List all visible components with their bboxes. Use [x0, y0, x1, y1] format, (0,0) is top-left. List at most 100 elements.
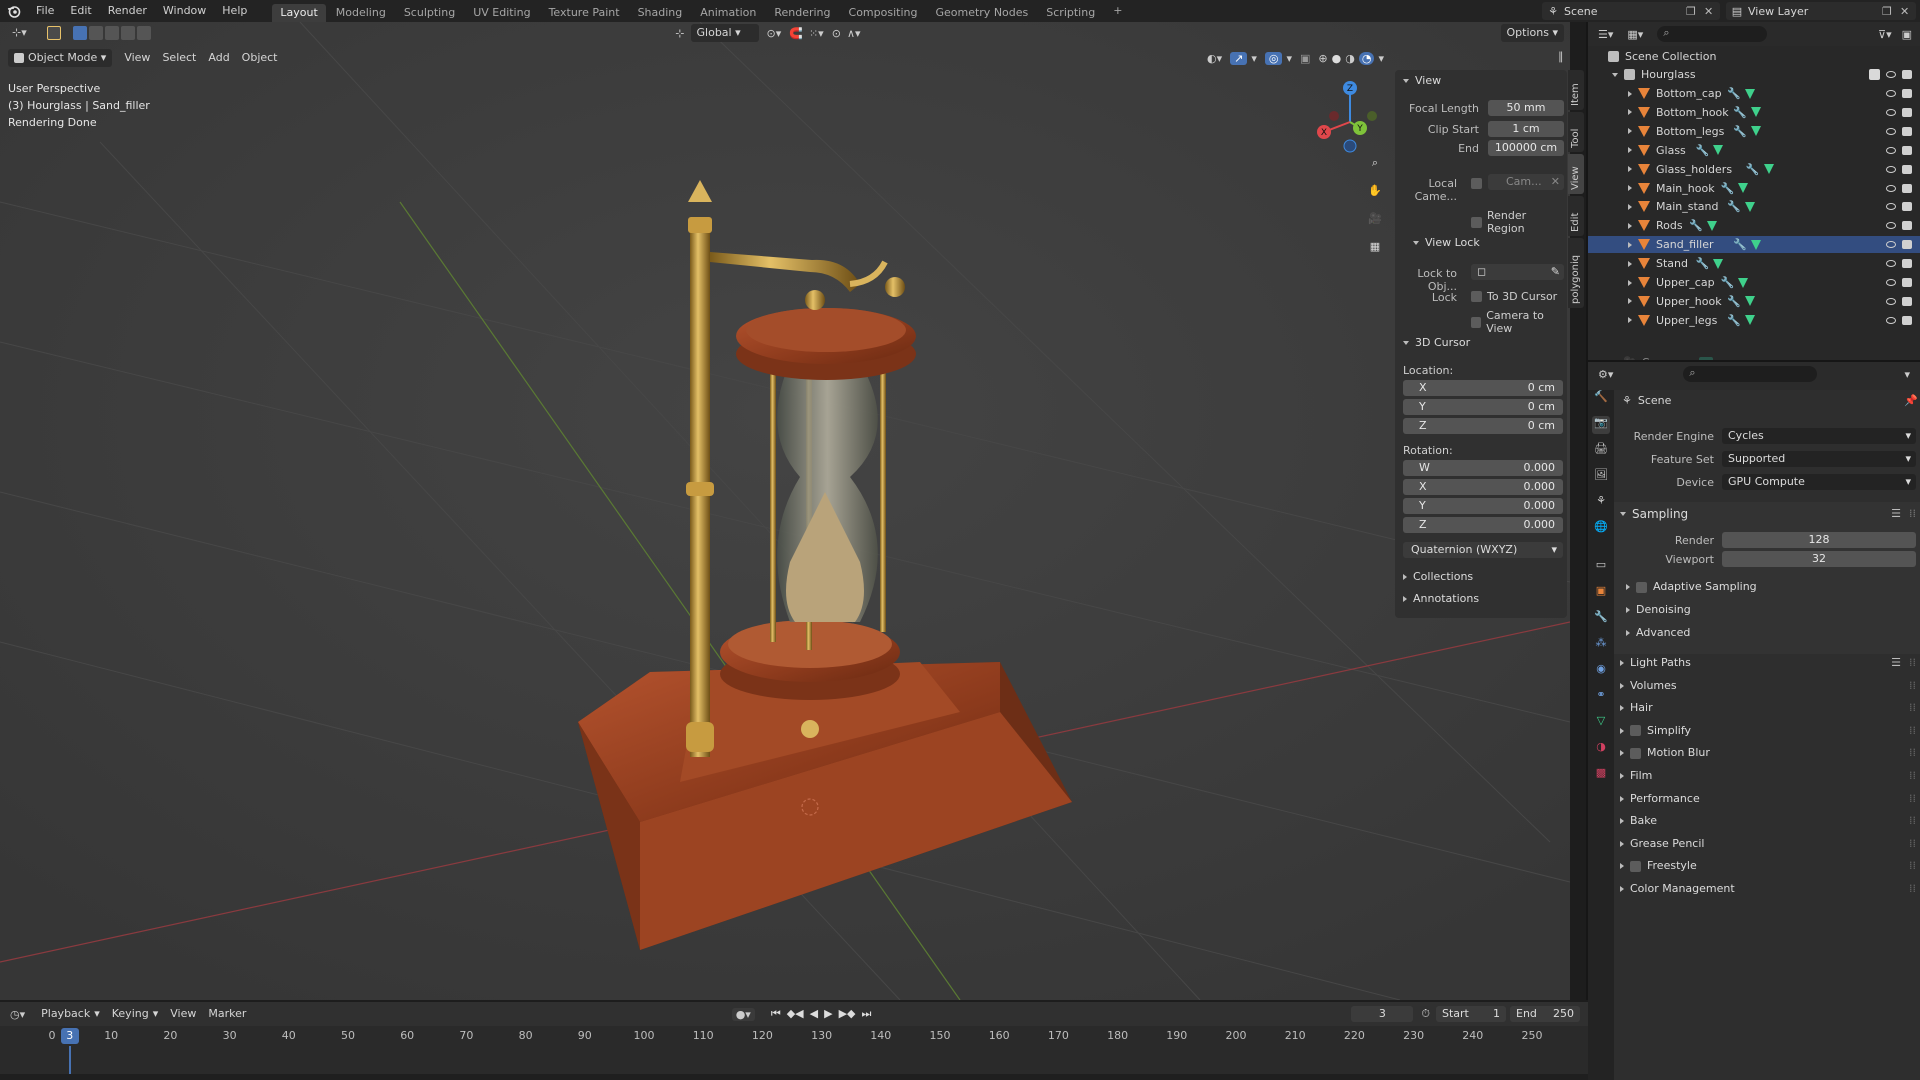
properties-editor-type-icon[interactable]: ⚙▾ [1598, 368, 1613, 381]
frame-ruler[interactable]: 0 10 20 30 40 50 60 70 80 90 100 110 120 130 140 150 160… [0, 1026, 1588, 1046]
workspace-tab-animation[interactable]: Animation [692, 4, 764, 22]
render-engine-dropdown[interactable]: Cycles ▾ [1722, 428, 1916, 444]
section-grease-pencil[interactable]: Grease Pencil ⁞⁞ [1620, 833, 1916, 855]
viewport-menu-select[interactable]: Select [156, 49, 202, 67]
select-box-mode-icon[interactable] [72, 26, 87, 40]
select-difference-icon[interactable] [120, 26, 135, 40]
world-tab-icon[interactable]: 🌐 [1592, 520, 1610, 538]
device-dropdown[interactable]: GPU Compute ▾ [1722, 474, 1916, 490]
denoising-row[interactable]: Denoising [1626, 599, 1691, 621]
start-frame-field[interactable]: Start 1 [1436, 1006, 1506, 1022]
outliner-row-glass_holders[interactable]: Glass_holders 🔧 [1588, 161, 1920, 178]
auto-keying-icon[interactable]: ●▾ [731, 1007, 755, 1021]
render-camera-icon[interactable] [1902, 202, 1912, 212]
mesh-data-icon[interactable] [1744, 88, 1755, 99]
select-intersect-icon[interactable] [136, 26, 151, 40]
modifier-wrench-icon[interactable]: 🔧 [1727, 87, 1741, 100]
section-bake[interactable]: Bake ⁞⁞ [1620, 810, 1916, 832]
annotations-section-header[interactable]: Annotations [1403, 588, 1479, 610]
rotation-z-field[interactable]: Z 0.000 [1403, 517, 1563, 533]
clip-start-field[interactable]: 1 cm [1488, 121, 1564, 137]
ortho-toggle-icon[interactable]: ▦ [1364, 240, 1386, 268]
overlay-toggle-icon[interactable]: ◎ [1264, 51, 1283, 65]
add-workspace-button[interactable]: + [1105, 2, 1130, 20]
visibility-eye-icon[interactable] [1886, 165, 1896, 173]
outliner-row-bottom_cap[interactable]: Bottom_cap 🔧 [1588, 85, 1920, 102]
scene-collection-row[interactable]: Scene Collection [1608, 48, 1716, 65]
visibility-eye-icon[interactable] [1886, 127, 1896, 135]
select-extend-icon[interactable] [88, 26, 103, 40]
playhead-frame-badge[interactable]: 3 [60, 1028, 79, 1044]
workspace-tab-shading[interactable]: Shading [630, 4, 691, 22]
render-camera-icon[interactable] [1902, 107, 1912, 117]
hourglass-visibility-icon[interactable] [1886, 71, 1896, 78]
section-freestyle[interactable]: Freestyle ⁞⁞ [1620, 855, 1916, 877]
options-dropdown[interactable]: Options ▾ [1500, 24, 1564, 42]
rotation-x-field[interactable]: X 0.000 [1403, 479, 1563, 495]
modifier-wrench-icon[interactable]: 🔧 [1721, 276, 1735, 289]
collections-section-header[interactable]: Collections [1403, 566, 1473, 588]
outliner-editor-type-icon[interactable]: ☰▾ [1598, 28, 1613, 41]
mesh-data-icon[interactable] [1744, 315, 1755, 326]
outliner-row-glass[interactable]: Glass 🔧 [1588, 142, 1920, 159]
workspace-tab-uv-editing[interactable]: UV Editing [465, 4, 538, 22]
hourglass-exclude-checkbox[interactable] [1869, 69, 1880, 80]
view-section-header[interactable]: View [1403, 70, 1441, 92]
pin-icon[interactable]: 📌 [1904, 394, 1918, 407]
visibility-eye-icon[interactable] [1886, 279, 1896, 286]
timeline-scrollbar[interactable] [0, 1074, 1588, 1080]
modifier-wrench-icon[interactable]: 🔧 [1721, 182, 1735, 195]
sampling-section-header[interactable]: Sampling ☰ ⁞⁞ [1620, 503, 1916, 525]
new-collection-icon[interactable]: ▣ [1902, 28, 1912, 41]
outliner-row-upper_cap[interactable]: Upper_cap 🔧 [1588, 274, 1920, 291]
outliner-filter-icon[interactable]: ⊽▾ [1878, 28, 1892, 41]
proportional-edit-icon[interactable]: ⊙ [832, 27, 841, 40]
render-camera-icon[interactable] [1902, 315, 1912, 325]
current-frame-field[interactable]: 3 [1351, 1006, 1414, 1022]
texture-tab-icon[interactable]: ▩ [1592, 766, 1610, 784]
modifier-wrench-icon[interactable]: 🔧 [1746, 163, 1760, 176]
modifier-wrench-icon[interactable]: 🔧 [1733, 238, 1747, 251]
mesh-data-icon[interactable] [1738, 277, 1749, 288]
sampling-render-field[interactable]: 128 [1722, 532, 1916, 548]
pan-hand-icon[interactable]: ✋ [1364, 184, 1386, 212]
blender-logo-icon[interactable] [0, 0, 28, 22]
outliner-row-stand[interactable]: Stand 🔧 [1588, 255, 1920, 272]
modifier-wrench-icon[interactable]: 🔧 [1727, 295, 1741, 308]
section-motion-blur[interactable]: Motion Blur ⁞⁞ [1620, 742, 1916, 764]
delete-view-layer-icon[interactable]: ✕ [1900, 5, 1916, 18]
view-lock-section-header[interactable]: View Lock [1413, 232, 1480, 254]
editor-type-button[interactable]: ⊹▾ [6, 24, 33, 42]
transform-pivot-icon[interactable]: ⊹ [675, 27, 684, 40]
advanced-row[interactable]: Advanced [1626, 622, 1690, 644]
section-film[interactable]: Film ⁞⁞ [1620, 765, 1916, 787]
section-enable-checkbox[interactable] [1630, 747, 1641, 759]
jump-next-keyframe-icon[interactable]: ▶◆ [839, 1007, 856, 1021]
view-layer-selector[interactable]: ▤ View Layer ❐ ✕ [1726, 2, 1916, 20]
visibility-eye-icon[interactable] [1886, 260, 1896, 268]
render-camera-icon[interactable] [1902, 221, 1912, 231]
visibility-eye-icon[interactable] [1886, 203, 1896, 211]
sidebar-tab-polygoniq[interactable]: polygoniq [1568, 238, 1584, 308]
render-camera-icon[interactable] [1902, 164, 1912, 174]
rotation-w-field[interactable]: W 0.000 [1403, 460, 1563, 476]
outliner-row-sand_filler[interactable]: Sand_filler 🔧 [1588, 236, 1920, 254]
modifier-tab-icon[interactable]: 🔧 [1592, 610, 1610, 628]
sidebar-tab-edit[interactable]: Edit [1568, 196, 1584, 236]
workspace-tab-rendering[interactable]: Rendering [766, 4, 838, 22]
section-color-management[interactable]: Color Management ⁞⁞ [1620, 878, 1916, 900]
section-hair[interactable]: Hair ⁞⁞ [1620, 697, 1916, 719]
lock-to-object-field[interactable]: ◻ ✎ [1471, 264, 1564, 280]
menu-render[interactable]: Render [100, 0, 155, 22]
timeline-menu-playback[interactable]: Playback ▾ [35, 1005, 106, 1023]
render-camera-icon[interactable] [1902, 296, 1912, 306]
outliner-row-upper_legs[interactable]: Upper_legs 🔧 [1588, 312, 1920, 329]
workspace-tab-texture-paint[interactable]: Texture Paint [541, 4, 628, 22]
mesh-data-icon[interactable] [1713, 258, 1724, 269]
hourglass-render-icon[interactable] [1902, 70, 1912, 79]
visibility-eye-icon[interactable] [1886, 184, 1896, 192]
pivot-point-icon[interactable]: ⊙▾ [767, 27, 782, 40]
navigation-gizmo[interactable]: Z X Y [1310, 80, 1390, 160]
to-3d-cursor-checkbox[interactable] [1471, 291, 1482, 302]
scene-selector[interactable]: ⚘ Scene ❐ ✕ [1542, 2, 1720, 20]
